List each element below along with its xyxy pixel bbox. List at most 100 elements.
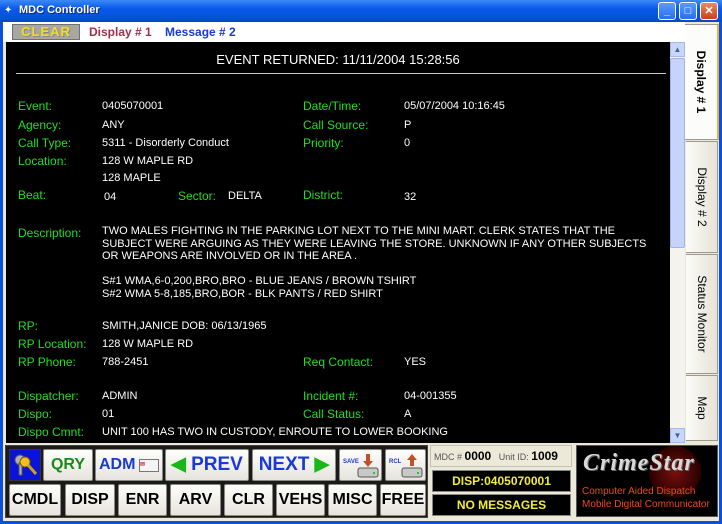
keys-button[interactable]	[9, 449, 41, 481]
event-display: EVENT RETURNED: 11/11/2004 15:28:56 Even…	[6, 42, 670, 443]
disp-status: DISP:0405070001	[432, 470, 571, 492]
tab-status-monitor[interactable]: Status Monitor	[686, 254, 718, 374]
dispatcher-label: Dispatcher:	[18, 389, 79, 403]
call-status-value: A	[404, 408, 412, 420]
beat-label: Beat:	[18, 188, 47, 202]
client-area: CLEAR Display # 1 Message # 2 EVENT RETU…	[3, 22, 719, 521]
vertical-scrollbar[interactable]: ▲ ▼	[670, 42, 685, 443]
adm-button[interactable]: ADM ✉	[95, 449, 163, 481]
agency-label: Agency:	[18, 118, 62, 132]
close-button[interactable]: ✕	[700, 2, 718, 20]
tab-display-2[interactable]: Display # 2	[686, 141, 718, 253]
call-source-value: P	[404, 119, 412, 131]
description-line: OR WEAPONS ARE INVOLVED OR IN THE AREA .	[102, 250, 358, 262]
sector-label: Sector:	[178, 189, 217, 203]
tab-label: Status Monitor	[694, 275, 709, 353]
call-source-label: Call Source:	[303, 118, 369, 132]
call-type-value: 5311 - Disorderly Conduct	[102, 137, 229, 149]
call-status-label: Call Status:	[303, 407, 365, 421]
bottom-panel: QRY ADM ✉ ◀ PREV NEXT ▶ SAVE RCL CMDL DI…	[3, 443, 719, 521]
adm-label: ADM	[99, 456, 136, 473]
logo-tagline-1: Computer Aided Dispatch	[582, 486, 696, 497]
call-type-label: Call Type:	[18, 136, 72, 150]
location-value-2: 128 MAPLE	[102, 172, 161, 184]
mdc-value: 0000	[464, 449, 492, 463]
prev-button[interactable]: ◀ PREV	[165, 449, 249, 481]
prev-label: PREV	[191, 454, 243, 475]
clr-button[interactable]: CLR	[224, 484, 273, 516]
next-label: NEXT	[258, 454, 310, 475]
logo-tagline-2: Mobile Digital Communicator	[582, 499, 710, 510]
dispatcher-value: ADMIN	[102, 390, 138, 402]
rcl-button[interactable]: RCL	[385, 449, 426, 481]
recall-drive-icon	[401, 454, 423, 478]
clear-button[interactable]: CLEAR	[12, 24, 80, 40]
qry-button[interactable]: QRY	[43, 449, 93, 481]
rp-phone-label: RP Phone:	[18, 355, 76, 369]
message2-link[interactable]: Message # 2	[165, 25, 236, 39]
incident-label: Incident #:	[303, 389, 359, 403]
description-line: S#1 WMA,6-0,200,BRO,BRO - BLUE JEANS / B…	[102, 275, 417, 287]
unit-label: Unit ID:	[498, 452, 529, 462]
tab-label: Display # 1	[694, 50, 708, 114]
divider	[16, 73, 666, 74]
arv-button[interactable]: ARV	[170, 484, 221, 516]
event-header: EVENT RETURNED: 11/11/2004 15:28:56	[216, 52, 460, 67]
scroll-thumb[interactable]	[670, 58, 685, 248]
window-title: MDC Controller	[19, 4, 100, 16]
maximize-button[interactable]: □	[679, 2, 697, 20]
logo-name: CrimeStar	[583, 450, 695, 476]
dispo-cmnt-value: UNIT 100 HAS TWO IN CUSTODY, ENROUTE TO …	[102, 426, 448, 438]
description-line: SUBJECT WERE ARGUING AS THEY WERE LEAVIN…	[102, 237, 647, 250]
keys-icon	[14, 454, 38, 476]
agency-value: ANY	[102, 119, 125, 131]
rp-value: SMITH,JANICE DOB: 06/13/1965	[102, 320, 267, 332]
misc-button[interactable]: MISC	[328, 484, 377, 516]
dispo-value: 01	[102, 408, 115, 420]
command-buttons: QRY ADM ✉ ◀ PREV NEXT ▶ SAVE RCL CMDL DI…	[5, 445, 428, 518]
description-line: TWO MALES FIGHTING IN THE PARKING LOT NE…	[102, 225, 616, 237]
top-bar: CLEAR Display # 1 Message # 2	[3, 22, 685, 42]
mdc-controller-window: ✦ MDC Controller _ □ ✕ CLEAR Display # 1…	[0, 0, 722, 524]
unit-value: 1009	[531, 449, 558, 463]
incident-value: 04-001355	[404, 390, 457, 402]
scroll-down-icon[interactable]: ▼	[670, 428, 685, 443]
priority-label: Priority:	[303, 136, 344, 150]
cmdl-button[interactable]: CMDL	[9, 484, 61, 516]
enr-button[interactable]: ENR	[118, 484, 167, 516]
rp-location-label: RP Location:	[18, 337, 87, 351]
tab-map[interactable]: Map	[686, 375, 718, 441]
save-button[interactable]: SAVE	[339, 449, 382, 481]
event-label: Event:	[18, 99, 53, 113]
district-label: District:	[303, 188, 343, 202]
crimestar-logo: CrimeStar Computer Aided Dispatch Mobile…	[576, 445, 718, 517]
free-button[interactable]: FREE	[380, 484, 426, 516]
req-contact-label: Req Contact:	[303, 355, 374, 369]
location-label: Location:	[18, 154, 67, 168]
district-value: 32	[404, 191, 417, 203]
arrow-left-icon: ◀	[171, 454, 186, 475]
title-bar[interactable]: ✦ MDC Controller _ □ ✕	[0, 0, 722, 22]
description-line: S#2 WMA 5-8,185,BRO,BOR - BLK PANTS / RE…	[102, 287, 383, 300]
status-panel: MDC # 0000 Unit ID: 1009 DISP:0405070001…	[430, 445, 572, 518]
next-button[interactable]: NEXT ▶	[252, 449, 336, 481]
tab-label: Map	[694, 396, 709, 420]
location-value: 128 W MAPLE RD	[102, 155, 194, 167]
tab-display-1[interactable]: Display # 1	[685, 24, 719, 140]
req-contact-value: YES	[404, 356, 427, 368]
vehs-button[interactable]: VEHS	[276, 484, 325, 516]
datetime-value: 05/07/2004 10:16:45	[404, 100, 505, 112]
scroll-up-icon[interactable]: ▲	[670, 42, 685, 57]
description-label: Description:	[18, 226, 82, 240]
datetime-label: Date/Time:	[303, 99, 362, 113]
dispo-cmnt-label: Dispo Cmnt:	[18, 425, 85, 439]
minimize-button[interactable]: _	[658, 2, 676, 20]
rp-phone-value: 788-2451	[102, 356, 149, 368]
message-status[interactable]: NO MESSAGES	[432, 494, 571, 516]
disp-button[interactable]: DISP	[65, 484, 115, 516]
event-value: 0405070001	[102, 100, 164, 112]
tab-label: Display # 2	[694, 167, 709, 227]
rp-label: RP:	[18, 319, 39, 333]
display1-link[interactable]: Display # 1	[89, 25, 152, 39]
description-text: TWO MALES FIGHTING IN THE PARKING LOT NE…	[102, 225, 670, 300]
